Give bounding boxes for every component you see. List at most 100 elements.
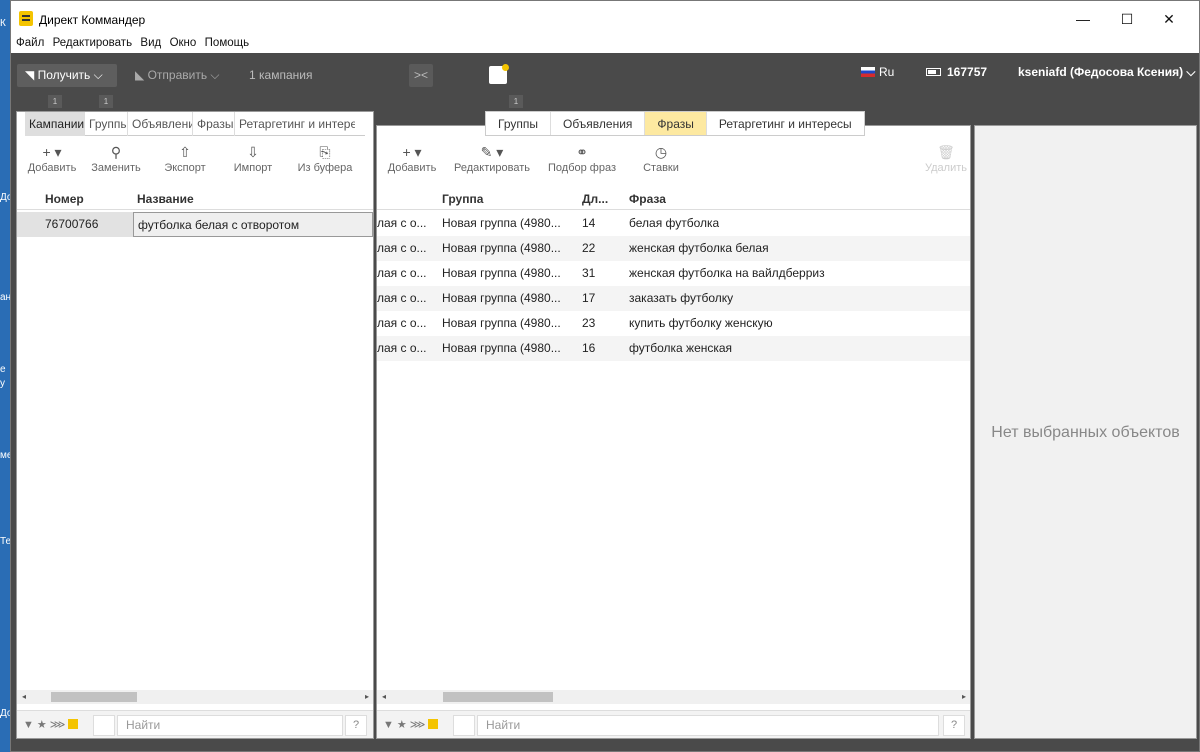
import-button[interactable]: ⇩ Импорт: [219, 144, 287, 174]
table-row[interactable]: лая с о... Новая группа (4980... 14 бела…: [377, 211, 970, 236]
notes-board-icon[interactable]: [489, 64, 509, 84]
cell-phrase: белая футболка: [629, 216, 720, 230]
count-badge: 1: [509, 95, 523, 108]
tab-ads[interactable]: Объявления: [551, 112, 646, 135]
search-option-box[interactable]: [453, 715, 475, 736]
action-label: Добавить: [27, 162, 77, 174]
table-row[interactable]: лая с о... Новая группа (4980... 17 зака…: [377, 286, 970, 311]
tab-retargeting[interactable]: Ретаргетинг и интересы: [235, 112, 355, 136]
column-name[interactable]: Название: [137, 192, 194, 206]
tab-groups[interactable]: Группы: [486, 112, 551, 135]
scroll-thumb[interactable]: [51, 692, 137, 702]
add-button[interactable]: + ▾ Добавить: [23, 144, 81, 174]
help-button[interactable]: ?: [943, 715, 965, 736]
mid-tabs: Группы Объявления Фразы Ретаргетинг и ин…: [485, 111, 865, 136]
cell-length: 14: [582, 216, 596, 230]
delete-button[interactable]: 🗑 Удалить: [923, 144, 969, 174]
horizontal-scrollbar[interactable]: ◂ ▸: [17, 690, 373, 704]
campaigns-panel: Кампании Группы Объявления Фразы Ретарге…: [16, 111, 374, 739]
column-number[interactable]: Номер: [45, 192, 84, 206]
replace-button[interactable]: ⚲ Заменить: [81, 144, 151, 174]
menu-help[interactable]: Помощь: [205, 37, 249, 49]
tab-retargeting[interactable]: Ретаргетинг и интересы: [707, 112, 864, 135]
menu-edit[interactable]: Редактировать: [53, 37, 132, 49]
language-selector[interactable]: Ru: [861, 65, 894, 79]
column-phrase[interactable]: Фраза: [629, 192, 666, 206]
menu-view[interactable]: Вид: [140, 37, 161, 49]
tab-campaigns[interactable]: Кампании: [25, 112, 85, 136]
action-label: Удалить: [925, 162, 967, 174]
table-row[interactable]: лая с о... Новая группа (4980... 22 женс…: [377, 236, 970, 261]
count-badge: 1: [48, 95, 62, 108]
close-button[interactable]: ✕: [1149, 7, 1189, 31]
menu-window[interactable]: Окно: [170, 37, 197, 49]
bids-button[interactable]: ◷ Ставки: [623, 144, 699, 174]
russia-flag-icon: [861, 67, 875, 77]
get-button[interactable]: ◥ Получить ⌵: [17, 64, 117, 87]
filter-icons[interactable]: ▼★⋙: [23, 718, 79, 731]
tab-groups[interactable]: Группы: [85, 112, 128, 136]
minimize-button[interactable]: —: [1063, 7, 1103, 31]
edit-button[interactable]: ✎ ▾ Редактировать: [443, 144, 541, 174]
tab-phrases[interactable]: Фразы: [193, 112, 235, 136]
export-button[interactable]: ⇧ Экспорт: [151, 144, 219, 174]
cell-phrase: женская футболка белая: [629, 241, 769, 255]
horizontal-scrollbar[interactable]: ◂ ▸: [377, 690, 970, 704]
scroll-left-icon[interactable]: ◂: [22, 690, 26, 704]
cell-group: Новая группа (4980...: [442, 341, 561, 355]
cell-length: 17: [582, 291, 596, 305]
scroll-left-icon[interactable]: ◂: [382, 690, 386, 704]
tags-icon[interactable]: ⋙: [410, 719, 429, 731]
app-logo-icon: [19, 11, 33, 26]
filter-icons[interactable]: ▼★⋙: [383, 718, 439, 731]
wallet-icon: [926, 68, 941, 76]
send-label: Отправить: [147, 68, 208, 82]
tab-ads[interactable]: Объявления: [128, 112, 193, 136]
send-button[interactable]: ◣ Отправить ⌵: [127, 64, 237, 87]
table-row[interactable]: лая с о... Новая группа (4980... 31 женс…: [377, 261, 970, 286]
desktop-label: К: [0, 18, 6, 29]
user-menu[interactable]: kseniafd (Федосова Ксения) ⌵: [1018, 65, 1196, 80]
scroll-thumb[interactable]: [443, 692, 553, 702]
yellow-mark-icon[interactable]: [68, 719, 79, 729]
filter-icon[interactable]: ▼: [23, 719, 37, 731]
from-clipboard-button[interactable]: ⎘ Из буфера: [287, 144, 363, 174]
scroll-right-icon[interactable]: ▸: [365, 690, 369, 704]
search-input[interactable]: Найти: [477, 715, 939, 736]
download-icon: ◥: [25, 68, 38, 82]
column-length[interactable]: Дл...: [582, 192, 608, 206]
help-button[interactable]: ?: [345, 715, 367, 736]
scroll-right-icon[interactable]: ▸: [962, 690, 966, 704]
tags-icon[interactable]: ⋙: [50, 719, 69, 731]
search-icon: ⚲: [110, 144, 122, 160]
star-icon[interactable]: ★: [397, 719, 410, 731]
maximize-button[interactable]: ☐: [1107, 7, 1147, 31]
phrase-selection-button[interactable]: ⚭ Подбор фраз: [541, 144, 623, 174]
campaign-number: 76700766: [45, 217, 99, 231]
desktop-label: е: [0, 364, 6, 375]
table-row[interactable]: лая с о... Новая группа (4980... 16 футб…: [377, 336, 970, 361]
cell-campaign: лая с о...: [377, 291, 427, 305]
table-row[interactable]: 76700766 футболка белая с отворотом: [17, 212, 373, 237]
cell-phrase: купить футболку женскую: [629, 316, 773, 330]
search-option-box[interactable]: [93, 715, 115, 736]
add-phrase-button[interactable]: + ▾ Добавить: [381, 144, 443, 174]
cell-group: Новая группа (4980...: [442, 316, 561, 330]
chevron-down-icon: ⌵: [1183, 65, 1196, 79]
yellow-mark-icon[interactable]: [428, 719, 439, 729]
desktop-label: у: [0, 378, 5, 389]
tab-phrases[interactable]: Фразы: [645, 112, 707, 135]
balance: 167757: [926, 65, 987, 79]
search-input[interactable]: Найти: [117, 715, 343, 736]
plus-icon: + ▾: [42, 144, 62, 160]
star-icon[interactable]: ★: [37, 719, 50, 731]
filter-bar: ▼★⋙ Найти ?: [377, 710, 970, 738]
column-group[interactable]: Группа: [442, 192, 483, 206]
collapse-panels-button[interactable]: ><: [409, 64, 433, 87]
table-row[interactable]: лая с о... Новая группа (4980... 23 купи…: [377, 311, 970, 336]
menu-file[interactable]: Файл: [16, 37, 44, 49]
import-icon: ⇩: [247, 144, 259, 160]
app-window: Директ Коммандер — ☐ ✕ Файл Редактироват…: [10, 0, 1200, 752]
campaign-name[interactable]: футболка белая с отворотом: [133, 212, 373, 237]
filter-icon[interactable]: ▼: [383, 719, 397, 731]
